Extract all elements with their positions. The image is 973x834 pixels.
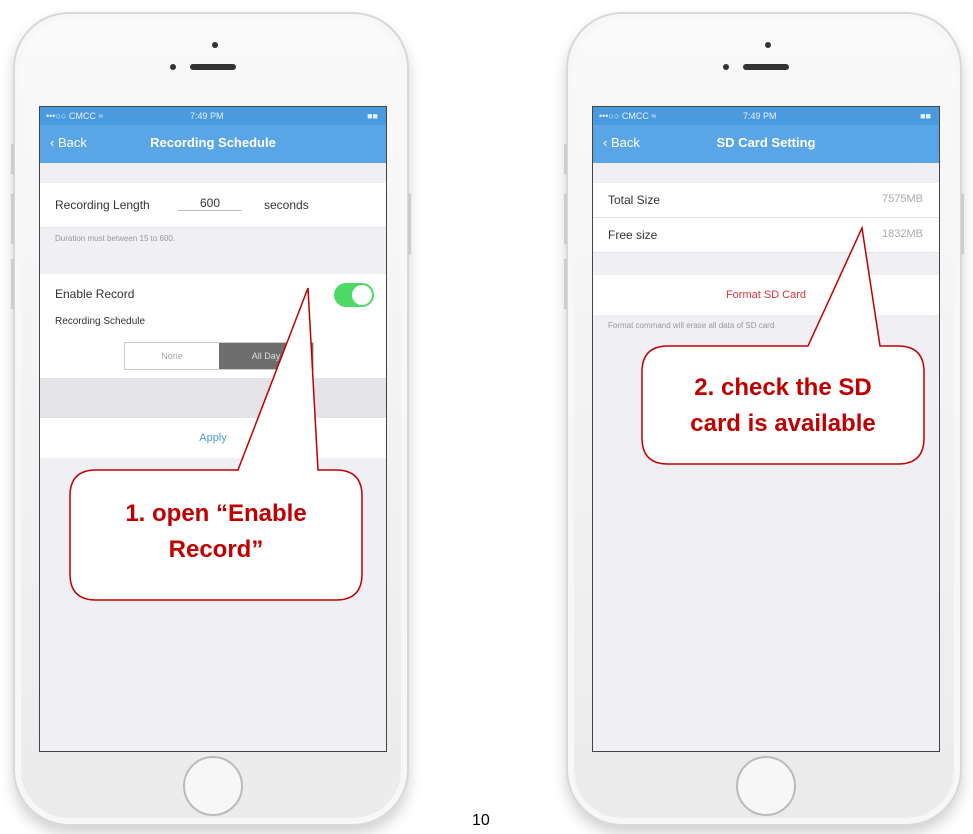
callout-2-text: 2. check the SD card is available: [644, 370, 922, 442]
callout-1-line-1: 1. open “Enable: [125, 500, 307, 527]
page-number: 10: [472, 812, 490, 829]
callout-2-line-2: card is available: [690, 410, 876, 437]
callout-1-line-2: Record”: [168, 536, 264, 563]
callout-1-text: 1. open “Enable Record”: [72, 496, 360, 568]
callout-2-line-1: 2. check the SD: [694, 374, 872, 401]
